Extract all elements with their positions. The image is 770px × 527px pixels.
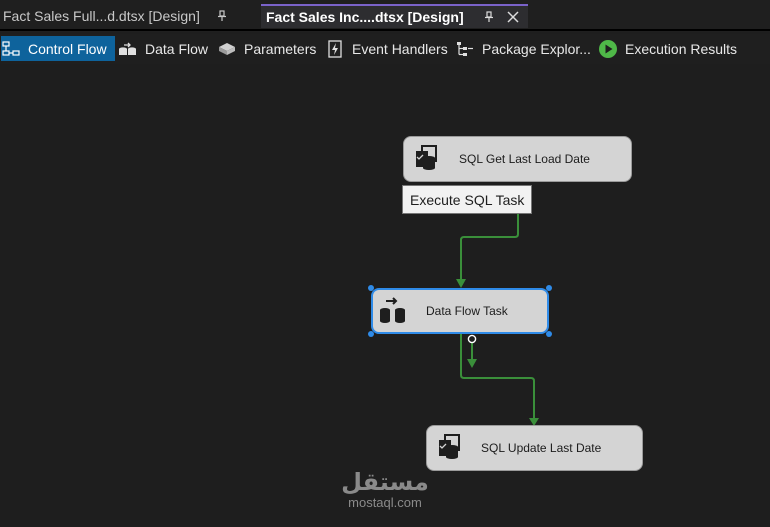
execution-results-icon — [598, 39, 618, 58]
task-sql-get-last-load-date[interactable]: SQL Get Last Load Date — [403, 136, 632, 182]
tab-label: Execution Results — [625, 40, 738, 57]
tab-label: Control Flow — [28, 40, 107, 57]
selection-handle[interactable] — [368, 285, 374, 291]
tab-title: Fact Sales Inc....dtsx [Design] — [266, 9, 464, 25]
document-tab-full-load[interactable]: Fact Sales Full...d.dtsx [Design] — [0, 4, 256, 28]
execute-sql-task-icon — [416, 145, 437, 170]
tab-event-handlers[interactable]: Event Handlers — [325, 36, 448, 61]
watermark-text: mostaql.com — [348, 495, 422, 510]
task-sql-update-last-date[interactable]: SQL Update Last Date — [426, 425, 643, 471]
selection-handle[interactable] — [546, 331, 552, 337]
pin-icon[interactable] — [217, 10, 227, 22]
execute-sql-task-icon — [439, 434, 460, 459]
tab-parameters[interactable]: Parameters — [217, 36, 316, 61]
control-flow-icon — [1, 40, 21, 58]
task-label: Data Flow Task — [426, 304, 508, 318]
event-handlers-icon — [325, 39, 345, 58]
task-data-flow[interactable]: Data Flow Task — [371, 288, 549, 334]
tabstrip-divider — [0, 29, 770, 31]
designer-toolbar: Control Flow Data Flow Parameters Event … — [0, 34, 770, 64]
connector-handle — [467, 334, 477, 344]
tab-data-flow[interactable]: Data Flow — [118, 36, 208, 61]
tab-package-explorer[interactable]: Package Explor... — [455, 36, 591, 61]
document-tabstrip: Fact Sales Full...d.dtsx [Design] Fact S… — [0, 0, 770, 32]
task-type-tooltip: Execute SQL Task — [402, 185, 533, 214]
precedence-constraint-arrow — [460, 213, 519, 280]
tab-execution-results[interactable]: Execution Results — [598, 36, 737, 61]
control-flow-canvas[interactable]: SQL Get Last Load Date Execute SQL Task … — [0, 64, 770, 527]
selection-handle[interactable] — [546, 285, 552, 291]
tab-title: Fact Sales Full...d.dtsx [Design] — [3, 8, 200, 24]
close-icon[interactable] — [507, 11, 519, 23]
tab-label: Package Explor... — [482, 40, 591, 57]
task-label: SQL Update Last Date — [481, 441, 602, 455]
document-tab-incremental[interactable]: Fact Sales Inc....dtsx [Design] — [261, 4, 528, 28]
watermark: مستقل mostaql.com — [332, 470, 438, 510]
package-explorer-icon — [455, 40, 475, 58]
pin-icon[interactable] — [484, 11, 494, 23]
task-label: SQL Get Last Load Date — [459, 152, 590, 166]
tab-label: Data Flow — [145, 40, 209, 57]
watermark-logo: مستقل — [341, 469, 429, 496]
selection-handle[interactable] — [368, 331, 374, 337]
parameters-icon — [217, 40, 237, 58]
tab-label: Event Handlers — [352, 40, 448, 57]
tab-control-flow[interactable]: Control Flow — [1, 36, 115, 61]
data-flow-task-icon — [380, 297, 405, 323]
data-flow-icon — [118, 40, 138, 58]
tab-label: Parameters — [244, 40, 317, 57]
